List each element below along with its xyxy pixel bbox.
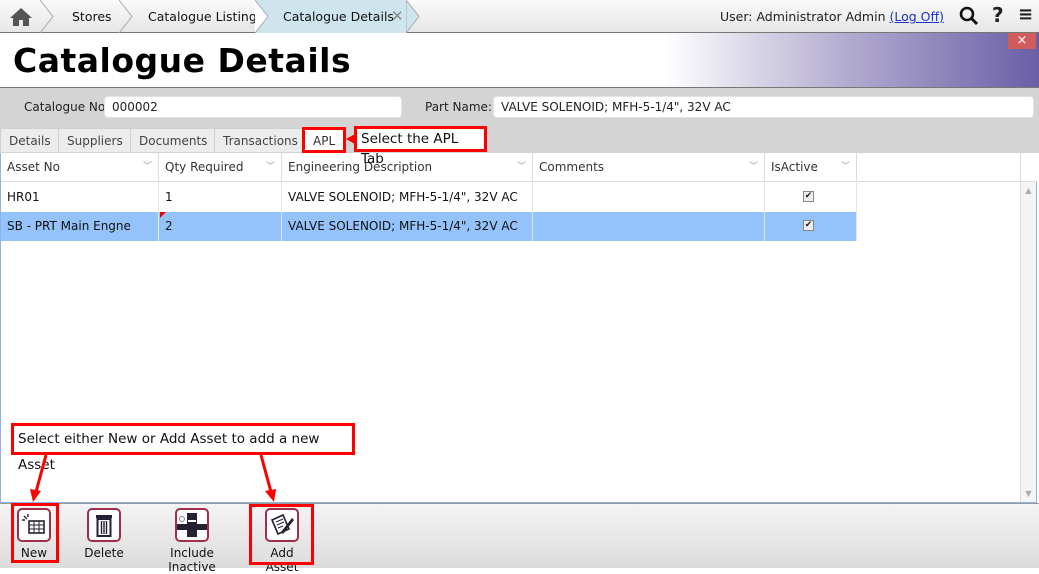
annotation-arrows <box>30 134 355 502</box>
